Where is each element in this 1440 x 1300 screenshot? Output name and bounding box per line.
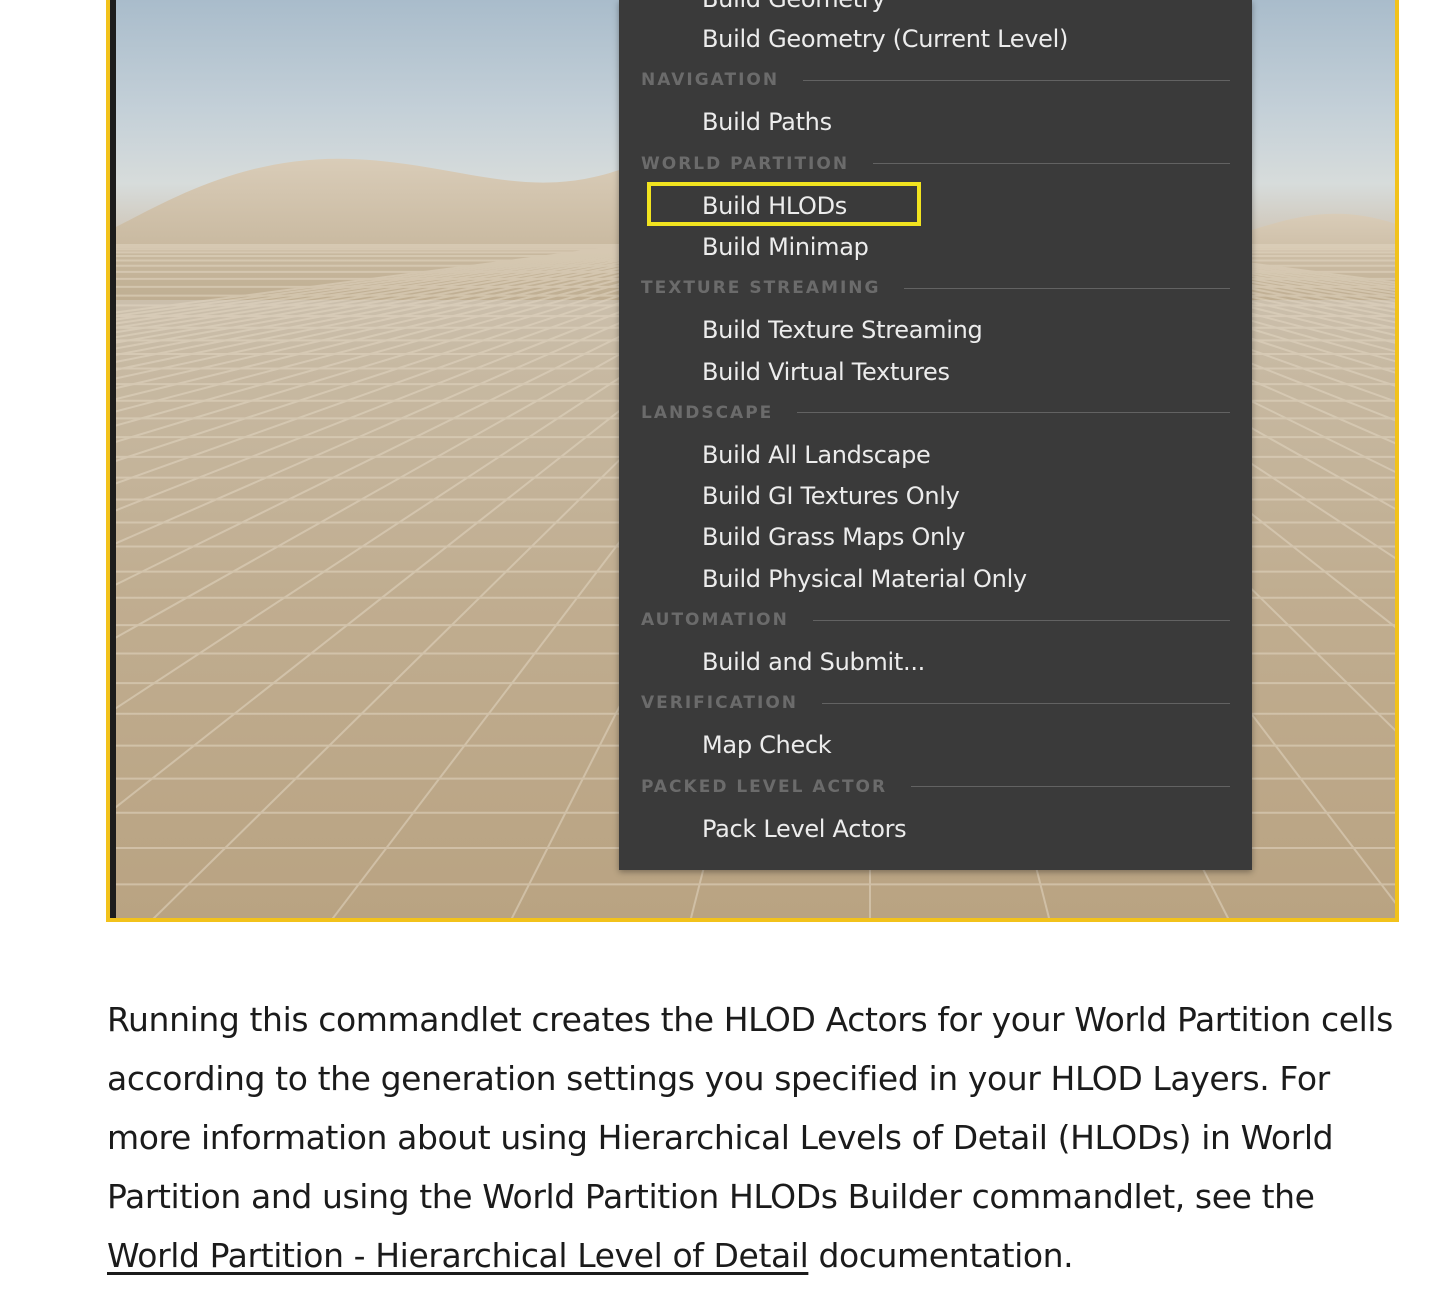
menu-section-label: WORLD PARTITION (641, 153, 850, 174)
menu-section-divider (797, 412, 1230, 414)
menu-section-texture-streaming: TEXTURE STREAMING (641, 277, 1230, 299)
menu-section-divider (904, 287, 1230, 289)
menu-section-automation: AUTOMATION (641, 609, 1230, 631)
menu-section-navigation: NAVIGATION (641, 69, 1230, 91)
menu-section-label: LANDSCAPE (641, 402, 774, 423)
highlight-box (647, 182, 921, 226)
level-viewport: Build Geometry Build Geometry (Current Le… (110, 0, 1395, 918)
menu-section-divider (803, 79, 1230, 81)
menu-section-divider (812, 619, 1230, 621)
menu-item-pack-level-actors[interactable]: Pack Level Actors (702, 812, 907, 846)
menu-item-build-gi-textures-only[interactable]: Build GI Textures Only (702, 479, 960, 513)
paragraph-text-end: documentation. (808, 1236, 1074, 1275)
menu-section-label: VERIFICATION (641, 693, 799, 714)
paragraph-text: Running this commandlet creates the HLOD… (107, 1000, 1393, 1216)
menu-section-label: PACKED LEVEL ACTOR (641, 776, 888, 797)
floor-grid-column (110, 244, 631, 315)
menu-item-build-texture-streaming[interactable]: Build Texture Streaming (702, 313, 983, 347)
body-paragraph: Running this commandlet creates the HLOD… (107, 990, 1407, 1285)
menu-item-build-grass-maps-only[interactable]: Build Grass Maps Only (702, 520, 965, 554)
menu-section-landscape: LANDSCAPE (641, 402, 1230, 424)
menu-item-build-geometry-current-level[interactable]: Build Geometry (Current Level) (702, 22, 1068, 56)
menu-item-build-all-landscape[interactable]: Build All Landscape (702, 438, 931, 472)
menu-section-divider (822, 702, 1230, 704)
menu-item-build-virtual-textures[interactable]: Build Virtual Textures (702, 355, 950, 389)
menu-item-map-check[interactable]: Map Check (702, 728, 832, 762)
menu-section-verification: VERIFICATION (641, 692, 1230, 714)
menu-section-world-partition: WORLD PARTITION (641, 153, 1230, 175)
menu-item-build-minimap[interactable]: Build Minimap (702, 230, 869, 264)
menu-section-divider (873, 163, 1230, 165)
menu-item-build-and-submit[interactable]: Build and Submit... (702, 645, 925, 679)
menu-section-label: AUTOMATION (641, 610, 789, 630)
menu-item-build-physical-material-only[interactable]: Build Physical Material Only (702, 562, 1027, 596)
viewport-left-edge (110, 0, 116, 918)
menu-section-packed-level-actor: PACKED LEVEL ACTOR (641, 776, 1230, 798)
build-menu: Build Geometry Build Geometry (Current Le… (619, 0, 1252, 870)
documentation-link[interactable]: World Partition - Hierarchical Level of … (107, 1236, 809, 1275)
menu-section-label: NAVIGATION (641, 70, 780, 91)
menu-section-label: TEXTURE STREAMING (641, 278, 881, 299)
menu-item-build-paths[interactable]: Build Paths (702, 105, 832, 139)
menu-section-divider (911, 786, 1230, 788)
editor-screenshot-figure: Build Geometry Build Geometry (Current Le… (106, 0, 1399, 922)
menu-item-build-geometry[interactable]: Build Geometry (702, 0, 886, 16)
